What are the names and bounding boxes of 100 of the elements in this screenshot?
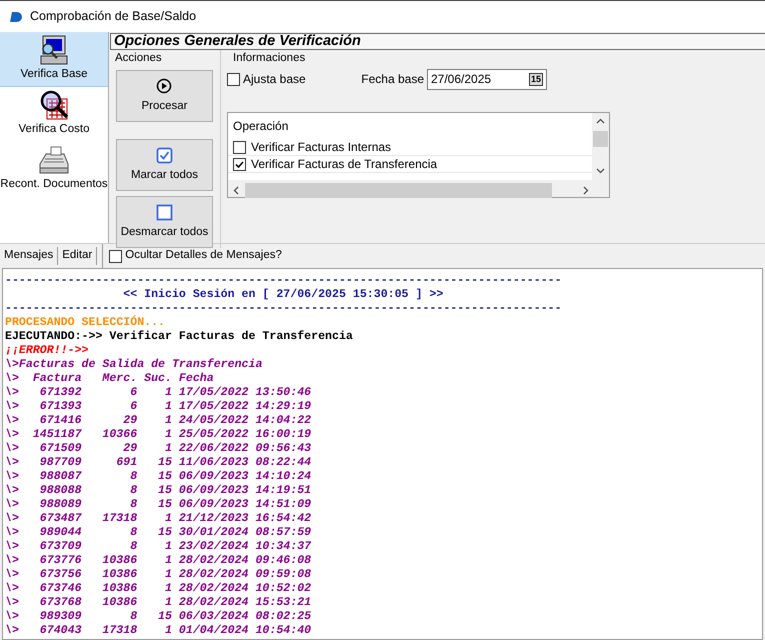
table-cell-text: 1: [164, 568, 172, 582]
calendar-button[interactable]: 15: [528, 72, 543, 86]
field-label: Fecha base: [361, 71, 424, 88]
row-prefix: \>: [5, 624, 19, 638]
table-cell-text: 29: [122, 442, 138, 456]
play-icon: [156, 78, 173, 95]
row-prefix: \>: [5, 484, 19, 498]
checkbox-label[interactable]: Ocultar Detalles de Mensajes?: [109, 247, 282, 265]
window-title: Comprobación de Base/Saldo: [30, 8, 196, 26]
table-cell-text: 1: [164, 554, 172, 568]
table-cell-text: 15: [157, 456, 172, 470]
row-prefix: \>: [5, 400, 19, 414]
action-button[interactable]: Marcar todos: [116, 139, 213, 192]
checkbox[interactable]: [109, 250, 122, 262]
list-item[interactable]: Verificar Facturas de Transferencia: [228, 156, 593, 174]
menu-item[interactable]: Editar: [58, 247, 98, 265]
table-cell-text: 1: [164, 386, 172, 400]
row-prefix: \>: [5, 372, 19, 386]
table-cell-text: 8: [129, 526, 138, 540]
row-prefix: \>: [5, 442, 19, 456]
table-cell: 17/05/2022 13:50:46: [178, 386, 312, 400]
sidebar-item[interactable]: Verifica Costo: [0, 87, 108, 142]
table-cell-text: 1: [164, 414, 172, 428]
row-prefix: \>: [5, 596, 19, 610]
table-cell: 28/02/2024 09:59:08: [178, 568, 312, 582]
table-cell-text: 674043: [38, 624, 82, 638]
table-cell: 28/02/2024 09:46:08: [178, 554, 312, 568]
table-cell-text: 17318: [101, 624, 138, 638]
error-message: ¡¡ERROR!!->>: [5, 344, 88, 358]
table-cell-text: 1: [164, 596, 172, 610]
vertical-scrollbar[interactable]: [592, 113, 609, 182]
table-cell-text: 1: [164, 400, 172, 414]
list-heading: Operación: [233, 119, 288, 134]
table-cell-text: 989309: [38, 610, 82, 624]
table-cell-text: 987709: [38, 456, 82, 470]
table-cell-text: 29: [122, 414, 138, 428]
group-title: Informaciones: [232, 51, 306, 66]
row-prefix: \>: [5, 470, 19, 484]
action-button[interactable]: Desmarcar todos: [116, 196, 213, 248]
table-cell: 06/09/2023 14:10:24: [178, 470, 312, 484]
table-cell-text: 6: [129, 386, 138, 400]
app-logo-icon: [10, 10, 22, 22]
table-cell-text: 673768: [38, 596, 82, 610]
item-checkbox[interactable]: [233, 140, 246, 154]
table-cell-text: 8: [129, 498, 138, 512]
row-prefix: \>: [5, 610, 19, 624]
table-cell-text: 673756: [38, 568, 82, 582]
checkbox[interactable]: [227, 72, 240, 86]
table-cell-text: 1: [164, 582, 172, 596]
row-prefix: \>: [5, 428, 19, 442]
panel-title: Opciones Generales de Verificación: [110, 33, 765, 50]
table-cell-text: 8: [129, 540, 138, 554]
table-cell-text: 988089: [38, 498, 82, 512]
table-cell-text: 671393: [38, 400, 82, 414]
table-cell-text: 673487: [38, 512, 82, 526]
table-cell-text: 15: [157, 526, 172, 540]
table-cell-text: 691: [115, 456, 138, 470]
row-prefix: \>: [5, 540, 19, 554]
table-cell-text: 17318: [101, 512, 138, 526]
checkbox-icon: [156, 204, 173, 221]
table-cell-text: 671416: [38, 414, 82, 428]
checkbox-icon: [156, 146, 173, 164]
table-cell-text: 673746: [38, 582, 82, 596]
table-cell: 21/12/2023 16:54:42: [178, 512, 312, 526]
horizontal-scrollbar[interactable]: [228, 180, 609, 198]
table-cell-text: 989044: [38, 526, 82, 540]
table-cell-text: 673776: [38, 554, 82, 568]
column-header: Merc.: [101, 372, 138, 386]
table-cell-text: 6: [129, 400, 138, 414]
sidebar-item[interactable]: Verifica Base: [0, 32, 108, 88]
checkbox-label[interactable]: Ajusta base: [227, 70, 306, 88]
action-button[interactable]: Procesar: [116, 70, 213, 122]
row-prefix: \>: [5, 498, 19, 512]
separator-line: --------------------------------------------------------------------------------: [5, 302, 562, 315]
table-cell-text: 671509: [38, 442, 82, 456]
list-item[interactable]: Verificar Facturas Internas: [228, 139, 593, 156]
table-cell-text: 10386: [101, 568, 138, 582]
table-cell-text: 671392: [38, 386, 82, 400]
table-cell-text: 8: [129, 484, 138, 498]
row-prefix: \>: [5, 456, 19, 470]
date-field[interactable]: 27/06/2025 15: [427, 68, 547, 90]
options-list[interactable]: Operación Verificar Facturas Internas Verificar Facturas de Transferencia: [227, 112, 610, 198]
sidebar-item[interactable]: Recont. Documentos: [0, 142, 108, 196]
session-heading: << Inicio Sesión en [ 27/06/2025 15:30:05 ] >>: [123, 288, 444, 302]
table-cell: 06/03/2024 08:02:25: [178, 610, 312, 624]
table-cell: 24/05/2022 14:04:22: [178, 414, 312, 428]
group-title: Acciones: [114, 51, 162, 66]
table-cell: 28/02/2024 15:53:21: [178, 596, 312, 610]
menu-item[interactable]: Mensajes: [0, 247, 58, 265]
table-cell: 17/05/2022 14:29:19: [178, 400, 312, 414]
table-cell-text: 1: [164, 540, 172, 554]
table-cell-text: 1: [164, 624, 172, 638]
table-cell-text: 1: [164, 428, 172, 442]
table-cell-text: 8: [129, 610, 138, 624]
section-heading: \>Facturas de Salida de Transferencia: [5, 358, 262, 372]
table-cell-text: 8: [129, 470, 138, 484]
separator-line: --------------------------------------------------------------------------------: [5, 274, 562, 288]
row-prefix: \>: [5, 554, 19, 568]
table-cell-text: 1: [164, 442, 172, 456]
item-checkbox[interactable]: [233, 158, 246, 171]
